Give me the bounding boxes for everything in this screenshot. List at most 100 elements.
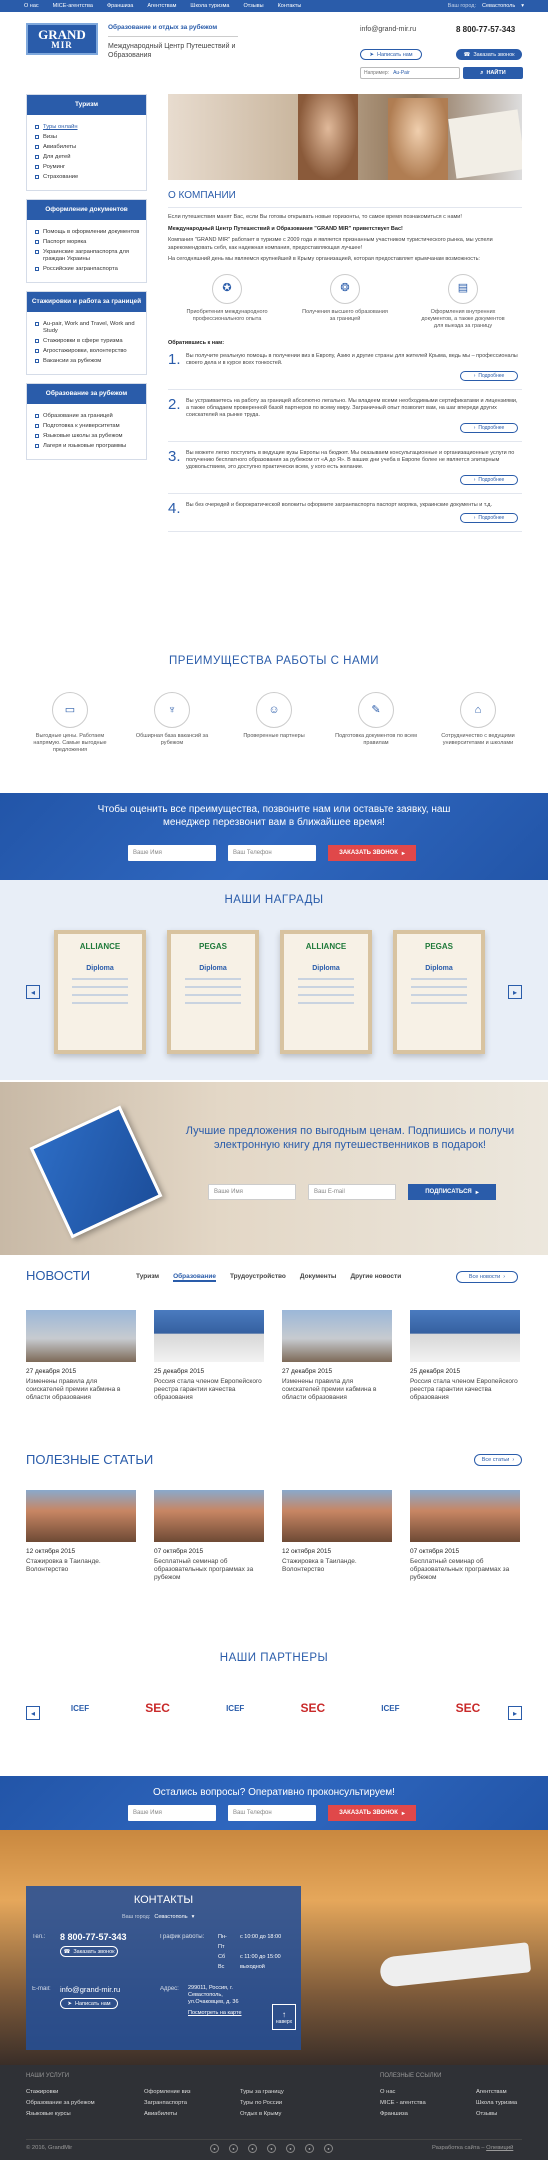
partner-logo[interactable]: ICEF <box>205 1691 265 1725</box>
footer-link[interactable]: Франшиза <box>380 2111 408 2117</box>
sidebar-item[interactable]: Агростажировки, волонтерство <box>35 348 142 355</box>
consult-call-button[interactable]: ЗАКАЗАТЬ ЗВОНОК ▸ <box>328 1805 416 1821</box>
facebook-icon[interactable]: ● <box>210 2144 219 2153</box>
sidebar-item[interactable]: Для детей <box>35 154 142 161</box>
sidebar-item[interactable]: Языковые школы за рубежом <box>35 433 142 440</box>
city-value[interactable]: Севастополь <box>482 3 515 9</box>
sidebar-item[interactable]: Лагеря и языковые программы <box>35 443 142 450</box>
arrow-left-icon[interactable]: ◂ <box>26 985 40 999</box>
phone-input[interactable]: Ваш Телефон <box>228 845 316 861</box>
arrow-right-icon[interactable]: ▸ <box>508 985 522 999</box>
footer-link[interactable]: Туры по России <box>240 2100 282 2106</box>
search-input[interactable]: Например: Au-Pair <box>360 67 460 79</box>
sidebar-item[interactable]: Вакансии за рубежом <box>35 358 142 365</box>
all-articles-button[interactable]: Все статьи › <box>474 1454 522 1466</box>
card-item[interactable]: 27 декабря 2015 Изменены правила для соис… <box>282 1310 392 1402</box>
sidebar-item[interactable]: Образование за границей <box>35 413 142 420</box>
footer-link[interactable]: Отдых в Крыму <box>240 2111 281 2117</box>
partner-logo[interactable]: ICEF <box>360 1691 420 1725</box>
sidebar-item[interactable]: Украинские загранпаспорта для граждан Ук… <box>35 249 142 263</box>
footer-link[interactable]: Туры за границу <box>240 2089 284 2095</box>
subscribe-name-input[interactable]: Ваше Имя <box>208 1184 296 1200</box>
footer-link[interactable]: Оформление виз <box>144 2089 191 2095</box>
footer-link[interactable]: Агентствам <box>476 2089 507 2095</box>
back-to-top-button[interactable]: ↑ наверх <box>272 2004 296 2030</box>
footer-link[interactable]: Авиабилеты <box>144 2111 177 2117</box>
news-tab[interactable]: Туризм <box>136 1273 159 1282</box>
contacts-write-button[interactable]: ➤ Написать нам <box>60 1998 118 2009</box>
youtube-icon[interactable]: ● <box>324 2144 333 2153</box>
more-button[interactable]: › Подробнее <box>460 371 518 381</box>
all-news-button[interactable]: Все новости › <box>456 1271 518 1283</box>
footer-link[interactable]: Образование за рубежом <box>26 2100 95 2106</box>
sidebar-item[interactable]: Визы <box>35 134 142 141</box>
call-back-button[interactable]: ☎ Заказать звонок <box>456 49 522 60</box>
top-nav-item[interactable]: Школа туризма <box>190 3 229 9</box>
top-nav-item[interactable]: Франшиза <box>107 3 133 9</box>
twitter-icon[interactable]: ● <box>248 2144 257 2153</box>
sidebar-item[interactable]: Российские загранпаспорта <box>35 266 142 273</box>
city-selector[interactable]: Ваш город: Севастополь ▾ <box>448 3 524 9</box>
footer-link[interactable]: Стажировки <box>26 2089 58 2095</box>
partner-logo[interactable]: SEC <box>438 1691 498 1725</box>
news-tab[interactable]: Документы <box>300 1273 337 1282</box>
card-item[interactable]: 27 декабря 2015 Изменены правила для соис… <box>26 1310 136 1402</box>
footer-link[interactable]: Отзывы <box>476 2111 497 2117</box>
footer-link[interactable]: Языковые курсы <box>26 2111 71 2117</box>
contacts-email[interactable]: info@grand-mir.ru <box>60 1985 120 1994</box>
top-nav-item[interactable]: Агентствам <box>147 3 176 9</box>
top-nav-item[interactable]: Отзывы <box>243 3 263 9</box>
subscribe-email-input[interactable]: Ваш E-mail <box>308 1184 396 1200</box>
instagram-icon[interactable]: ● <box>305 2144 314 2153</box>
award-diploma[interactable]: PEGAS Diploma <box>167 930 259 1054</box>
card-item[interactable]: 25 декабря 2015 Россия стала членом Европ… <box>154 1310 264 1402</box>
more-button[interactable]: › Подробнее <box>460 475 518 485</box>
vk-icon[interactable]: ● <box>229 2144 238 2153</box>
footer-link[interactable]: Загранпаспорта <box>144 2100 187 2106</box>
odnoklassniki-icon[interactable]: ● <box>286 2144 295 2153</box>
card-item[interactable]: 12 октября 2015 Стажировка в Таиланде. Во… <box>282 1490 392 1574</box>
partner-logo[interactable]: SEC <box>283 1691 343 1725</box>
consult-name-input[interactable]: Ваше Имя <box>128 1805 216 1821</box>
card-item[interactable]: 25 декабря 2015 Россия стала членом Европ… <box>410 1310 520 1402</box>
developer-link[interactable]: Олевиций <box>486 2145 513 2151</box>
find-button[interactable]: ⌕ НАЙТИ <box>463 67 523 79</box>
logo[interactable]: GRAND MIR <box>26 23 98 55</box>
news-tab[interactable]: Трудоустройство <box>230 1273 286 1282</box>
arrow-left-icon[interactable]: ◂ <box>26 1706 40 1720</box>
footer-link[interactable]: MICE - агентства <box>380 2100 426 2106</box>
header-phone[interactable]: 8 800-77-57-343 <box>456 25 515 34</box>
footer-link[interactable]: О нас <box>380 2089 395 2095</box>
sidebar-item[interactable]: Туры онлайн <box>35 124 142 131</box>
news-tab[interactable]: Другие новости <box>350 1273 401 1282</box>
sidebar-item[interactable]: Помощь в оформлении документов <box>35 229 142 236</box>
write-us-button[interactable]: ➤ Написать нам <box>360 49 422 60</box>
award-diploma[interactable]: PEGAS Diploma <box>393 930 485 1054</box>
partner-logo[interactable]: ICEF <box>50 1691 110 1725</box>
map-link[interactable]: Посмотреть на карте <box>188 2010 242 2016</box>
order-call-button[interactable]: ЗАКАЗАТЬ ЗВОНОК ▸ <box>328 845 416 861</box>
partner-logo[interactable]: SEC <box>128 1691 188 1725</box>
name-input[interactable]: Ваше Имя <box>128 845 216 861</box>
top-nav-item[interactable]: MICE-агентства <box>53 3 93 9</box>
sidebar-item[interactable]: Роуминг <box>35 164 142 171</box>
footer-link[interactable]: Школа туризма <box>476 2100 517 2106</box>
card-item[interactable]: 07 октября 2015 Бесплатный семинар об обр… <box>410 1490 520 1582</box>
top-nav-item[interactable]: Контакты <box>278 3 302 9</box>
more-button[interactable]: › Подробнее <box>460 423 518 433</box>
consult-phone-input[interactable]: Ваш Телефон <box>228 1805 316 1821</box>
contacts-call-button[interactable]: ☎ Заказать звонок <box>60 1946 118 1957</box>
arrow-right-icon[interactable]: ▸ <box>508 1706 522 1720</box>
header-email[interactable]: info@grand-mir.ru <box>360 26 416 33</box>
card-item[interactable]: 07 октября 2015 Бесплатный семинар об обр… <box>154 1490 264 1582</box>
sidebar-item[interactable]: Au-pair, Work and Travel, Work and Study <box>35 321 142 335</box>
subscribe-button[interactable]: ПОДПИСАТЬСЯ ▸ <box>408 1184 496 1200</box>
google-plus-icon[interactable]: ● <box>267 2144 276 2153</box>
sidebar-item[interactable]: Стажировки в сфере туризма <box>35 338 142 345</box>
more-button[interactable]: › Подробнее <box>460 513 518 523</box>
news-tab[interactable]: Образование <box>173 1273 216 1282</box>
award-diploma[interactable]: ALLIANCE Diploma <box>280 930 372 1054</box>
contacts-phone[interactable]: 8 800-77-57-343 <box>60 1932 127 1942</box>
sidebar-item[interactable]: Страхование <box>35 174 142 181</box>
award-diploma[interactable]: ALLIANCE Diploma <box>54 930 146 1054</box>
